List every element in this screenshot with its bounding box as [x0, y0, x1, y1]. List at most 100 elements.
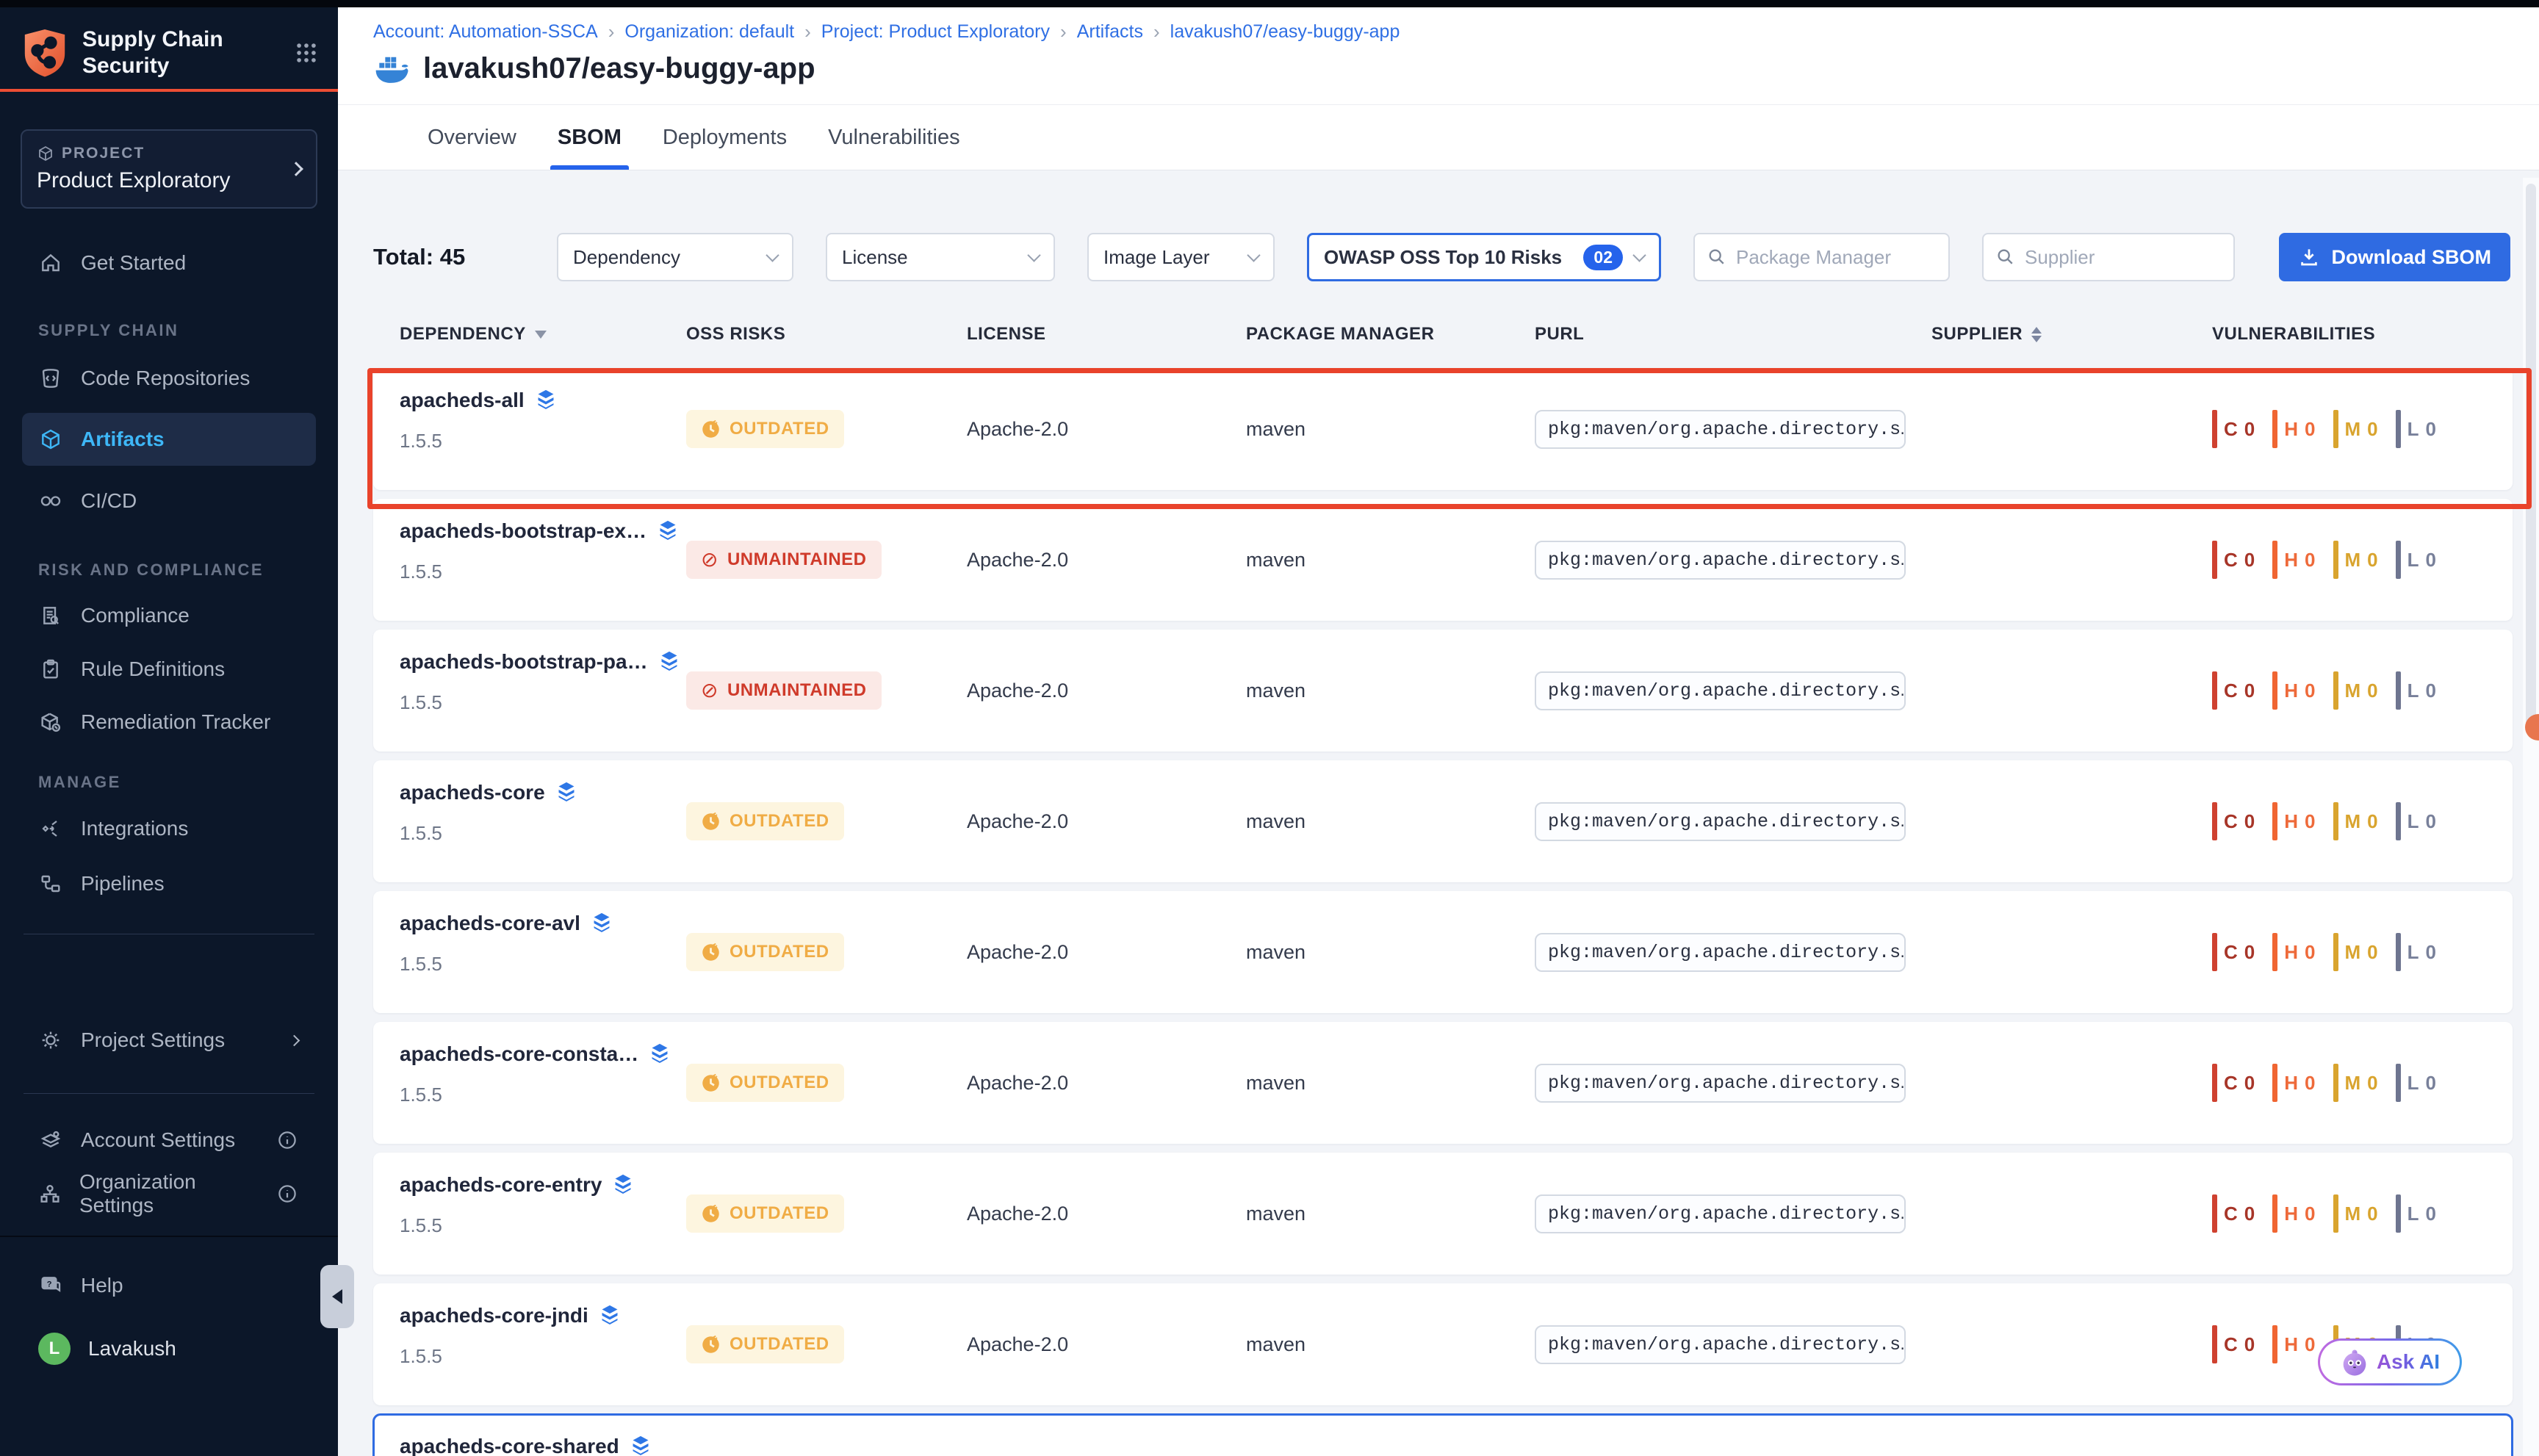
oss-risk-cell: ⊘ OUTDATED — [686, 891, 967, 1013]
project-selector[interactable]: PROJECT Product Exploratory — [21, 129, 317, 209]
sidebar-item-account-settings[interactable]: Account Settings — [22, 1120, 316, 1161]
license-filter-select[interactable]: License — [826, 233, 1055, 281]
sidebar-item-get-started[interactable]: Get Started — [22, 242, 316, 284]
infinity-icon — [38, 489, 63, 513]
purl-value[interactable]: pkg:maven/org.apache.directory.s… — [1535, 1064, 1906, 1103]
ask-ai-button[interactable]: Ask AI — [2318, 1338, 2462, 1385]
supplier-input[interactable] — [2025, 246, 2222, 269]
breadcrumb-link[interactable]: Account: Automation-SSCA — [373, 21, 598, 43]
purl-value[interactable]: pkg:maven/org.apache.directory.s… — [1535, 933, 1906, 972]
docker-icon — [373, 54, 410, 84]
oss-risk-badge: ⊘ UNMAINTAINED — [686, 541, 882, 579]
download-sbom-button[interactable]: Download SBOM — [2279, 233, 2511, 281]
high-count: H0 — [2272, 802, 2315, 840]
sidebar-item-code-repositories[interactable]: Code Repositories — [22, 358, 316, 399]
brand-accent-line — [0, 89, 338, 92]
sidebar-item-remediation-tracker[interactable]: Remediation Tracker — [22, 702, 316, 743]
purl-cell: pkg:maven/org.apache.directory.s… — [1535, 1414, 1931, 1456]
info-icon[interactable] — [276, 1129, 298, 1151]
tab[interactable]: SBOM — [544, 105, 635, 170]
dependency-version: 1.5.5 — [400, 1084, 686, 1106]
high-count: H0 — [2272, 933, 2315, 971]
critical-count: C0 — [2212, 802, 2255, 840]
purl-value[interactable]: pkg:maven/org.apache.directory.s… — [1535, 1194, 1906, 1233]
oss-risk-label: OUTDATED — [730, 1203, 829, 1224]
sidebar-collapse-handle[interactable] — [320, 1265, 354, 1328]
tab[interactable]: Deployments — [649, 105, 800, 170]
sidebar-item-help[interactable]: ? Help — [22, 1265, 316, 1306]
package-manager-input[interactable] — [1736, 246, 1937, 269]
scrollbar[interactable] — [2523, 178, 2539, 1456]
clock-icon — [701, 419, 721, 439]
breadcrumb-link[interactable]: lavakush07/easy-buggy-app — [1170, 21, 1400, 43]
tab[interactable]: Overview — [414, 105, 530, 170]
sidebar-item-integrations[interactable]: Integrations — [22, 808, 316, 849]
medium-count: M0 — [2333, 1194, 2378, 1233]
vulnerabilities-cell: C0 H0 M0 L0 — [2212, 1153, 2513, 1275]
column-header-dependency[interactable]: DEPENDENCY — [400, 324, 686, 345]
table-row[interactable]: apacheds-bootstrap-pa… 1.5.5 — [373, 630, 2513, 752]
breadcrumb-separator-icon: › — [1153, 21, 1160, 43]
dependency-cell: apacheds-all 1.5.5 — [400, 368, 686, 490]
sort-desc-icon — [535, 331, 547, 339]
medium-count: M0 — [2333, 802, 2378, 840]
app-grid-icon[interactable] — [294, 40, 319, 65]
package-manager-cell: maven — [1246, 1153, 1535, 1275]
purl-value[interactable]: pkg:maven/org.apache.directory.s… — [1535, 1325, 1906, 1364]
sidebar-item-artifacts[interactable]: Artifacts — [22, 413, 316, 466]
table-row[interactable]: apacheds-core-consta… 1.5.5 — [373, 1022, 2513, 1144]
sidebar-item-organization-settings[interactable]: Organization Settings — [22, 1173, 316, 1214]
layers-gear-icon — [38, 1128, 63, 1152]
table-row[interactable]: apacheds-core-entry 1.5.5 — [373, 1153, 2513, 1275]
sidebar-item-rule-definitions[interactable]: Rule Definitions — [22, 649, 316, 690]
supplier-cell — [1931, 368, 2212, 490]
sidebar-item-cicd[interactable]: CI/CD — [22, 480, 316, 522]
table-row[interactable]: apacheds-all 1.5.5 — [373, 368, 2513, 490]
sidebar-footer: ? Help L Lavakush — [0, 1236, 338, 1456]
oss-risk-badge: ⊘ UNMAINTAINED — [686, 671, 882, 710]
table-row[interactable]: apacheds-core-jndi 1.5.5 — [373, 1283, 2513, 1405]
low-count: L0 — [2396, 1064, 2436, 1102]
tab[interactable]: Vulnerabilities — [815, 105, 973, 170]
table-row[interactable]: apacheds-core-avl 1.5.5 — [373, 891, 2513, 1013]
dependency-cell: apacheds-core-avl 1.5.5 — [400, 891, 686, 1013]
purl-value[interactable]: pkg:maven/org.apache.directory.s… — [1535, 671, 1906, 710]
download-icon — [2298, 246, 2320, 268]
project-name: Product Exploratory — [37, 168, 291, 193]
medium-count: M0 — [2333, 671, 2378, 710]
breadcrumb-link[interactable]: Project: Product Exploratory — [821, 21, 1050, 43]
low-count: L0 — [2396, 1194, 2436, 1233]
oss-risk-label: OUTDATED — [730, 419, 829, 439]
license-cell: Apache-2.0 — [967, 368, 1246, 490]
sidebar-item-label: Account Settings — [81, 1128, 235, 1152]
breadcrumb-link[interactable]: Artifacts — [1077, 21, 1143, 43]
oss-risk-cell: ⊘ OUTDATED — [686, 1414, 967, 1456]
tab-label: Overview — [428, 126, 516, 150]
purl-value[interactable]: pkg:maven/org.apache.directory.s… — [1535, 541, 1906, 580]
table-row[interactable]: apacheds-bootstrap-ex… 1.5.5 — [373, 499, 2513, 621]
sidebar-item-compliance[interactable]: Compliance — [22, 595, 316, 636]
pipelines-icon — [38, 872, 63, 895]
scrollbar-thumb[interactable] — [2526, 184, 2536, 735]
table-row[interactable]: apacheds-core 1.5.5 — [373, 760, 2513, 882]
oss-risk-label: OUTDATED — [730, 811, 829, 832]
supplier-cell — [1931, 1153, 2212, 1275]
image-layer-filter-select[interactable]: Image Layer — [1087, 233, 1275, 281]
oss-risk-cell: ⊘ UNMAINTAINED — [686, 499, 967, 621]
column-header-supplier[interactable]: SUPPLIER — [1931, 324, 2212, 345]
user-menu[interactable]: L Lavakush — [22, 1328, 316, 1369]
package-manager-cell: maven — [1246, 891, 1535, 1013]
purl-value[interactable]: pkg:maven/org.apache.directory.s… — [1535, 802, 1906, 841]
package-manager-cell: maven — [1246, 368, 1535, 490]
clock-icon — [701, 1204, 721, 1224]
sidebar-item-project-settings[interactable]: Project Settings — [22, 1020, 316, 1061]
table-row[interactable]: apacheds-core-shared 1.5.5 — [373, 1414, 2513, 1456]
info-icon[interactable] — [276, 1183, 298, 1205]
owasp-risks-filter-select[interactable]: OWASP OSS Top 10 Risks 02 — [1307, 233, 1661, 281]
breadcrumb-link[interactable]: Organization: default — [624, 21, 794, 43]
org-tree-gear-icon — [38, 1182, 62, 1205]
sidebar-item-pipelines[interactable]: Pipelines — [22, 863, 316, 904]
purl-value[interactable]: pkg:maven/org.apache.directory.s… — [1535, 410, 1906, 449]
dependency-filter-select[interactable]: Dependency — [557, 233, 793, 281]
license-cell: Apache-2.0 — [967, 630, 1246, 752]
